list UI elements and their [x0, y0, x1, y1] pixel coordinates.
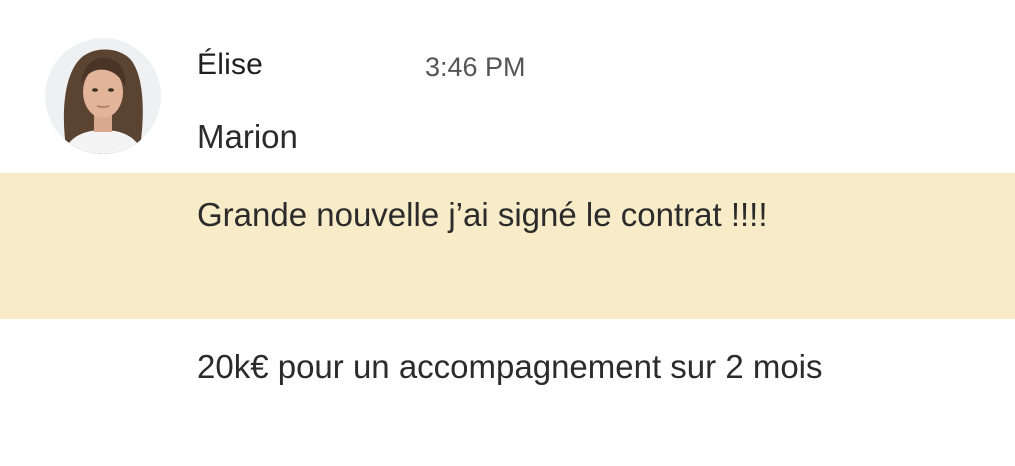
- avatar-photo: [45, 38, 161, 154]
- sender-name[interactable]: Élise: [197, 48, 263, 82]
- message-timestamp: 3:46 PM: [425, 52, 526, 82]
- message-line: Marion: [197, 118, 298, 155]
- message-line: 20k€ pour un accompagnement sur 2 mois: [197, 348, 823, 385]
- highlighted-message-line: Grande nouvelle j’ai signé le contrat !!…: [197, 196, 768, 233]
- redaction-mark: [285, 48, 403, 86]
- avatar[interactable]: [45, 38, 161, 154]
- chat-message: Élise 3:46 PM Marion Grande nouvelle j’a…: [0, 0, 1015, 466]
